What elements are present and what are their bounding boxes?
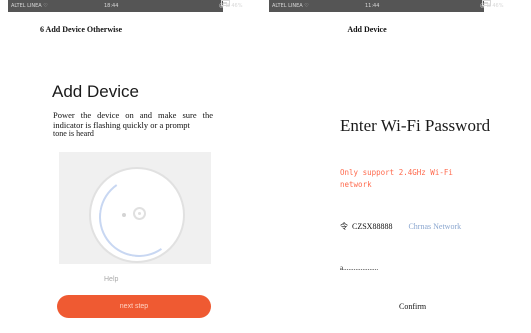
status-bar: ALTEL LINEA ♡ 11:44 @ ⊠ 46% [269,0,503,12]
help-link[interactable]: Help [104,276,118,283]
page-title: Add Device [52,82,139,101]
instructions-text: Power the device on and make sure the in… [53,110,213,130]
network-row: 令 CZSX88888 Chrnas Network [340,222,500,232]
device-illustration [59,152,211,264]
add-device-screen: ALTEL LINEA ♡ 18:44 @ ⊠ 46% 6 Add Device… [0,0,262,333]
status-time: 18:44 [104,3,119,9]
battery-icon [482,0,491,6]
confirm-button[interactable]: Confirm [399,302,426,311]
battery-icon [221,0,230,6]
carrier-label: ALTEL LINEA ♡ [272,3,309,9]
wifi-ssid: CZSX88888 [352,222,393,231]
instructions-overlap-text: tone is heard [53,129,94,138]
password-input[interactable]: a.................... [340,264,378,272]
carrier-label: ALTEL LINEA ♡ [11,3,48,9]
topbar-title: 6 Add Device Otherwise [40,25,122,34]
status-time: 11:44 [365,3,380,9]
wifi-support-note: Only support 2.4GHz Wi-Fi network [340,168,453,189]
wifi-password-screen: ALTEL LINEA ♡ 11:44 @ ⊠ 46% Add Device E… [267,0,531,333]
wifi-icon: 令 [340,222,348,231]
indicator-dot-icon [122,213,126,217]
next-step-button[interactable]: next step [57,295,211,318]
change-network-link[interactable]: Chrnas Network [408,222,461,231]
page-title: Enter Wi-Fi Password [340,116,491,135]
status-bar: ALTEL LINEA ♡ 18:44 @ ⊠ 46% [8,0,242,12]
indicator-ring-icon [133,207,146,220]
topbar-title: Add Device [347,25,387,34]
